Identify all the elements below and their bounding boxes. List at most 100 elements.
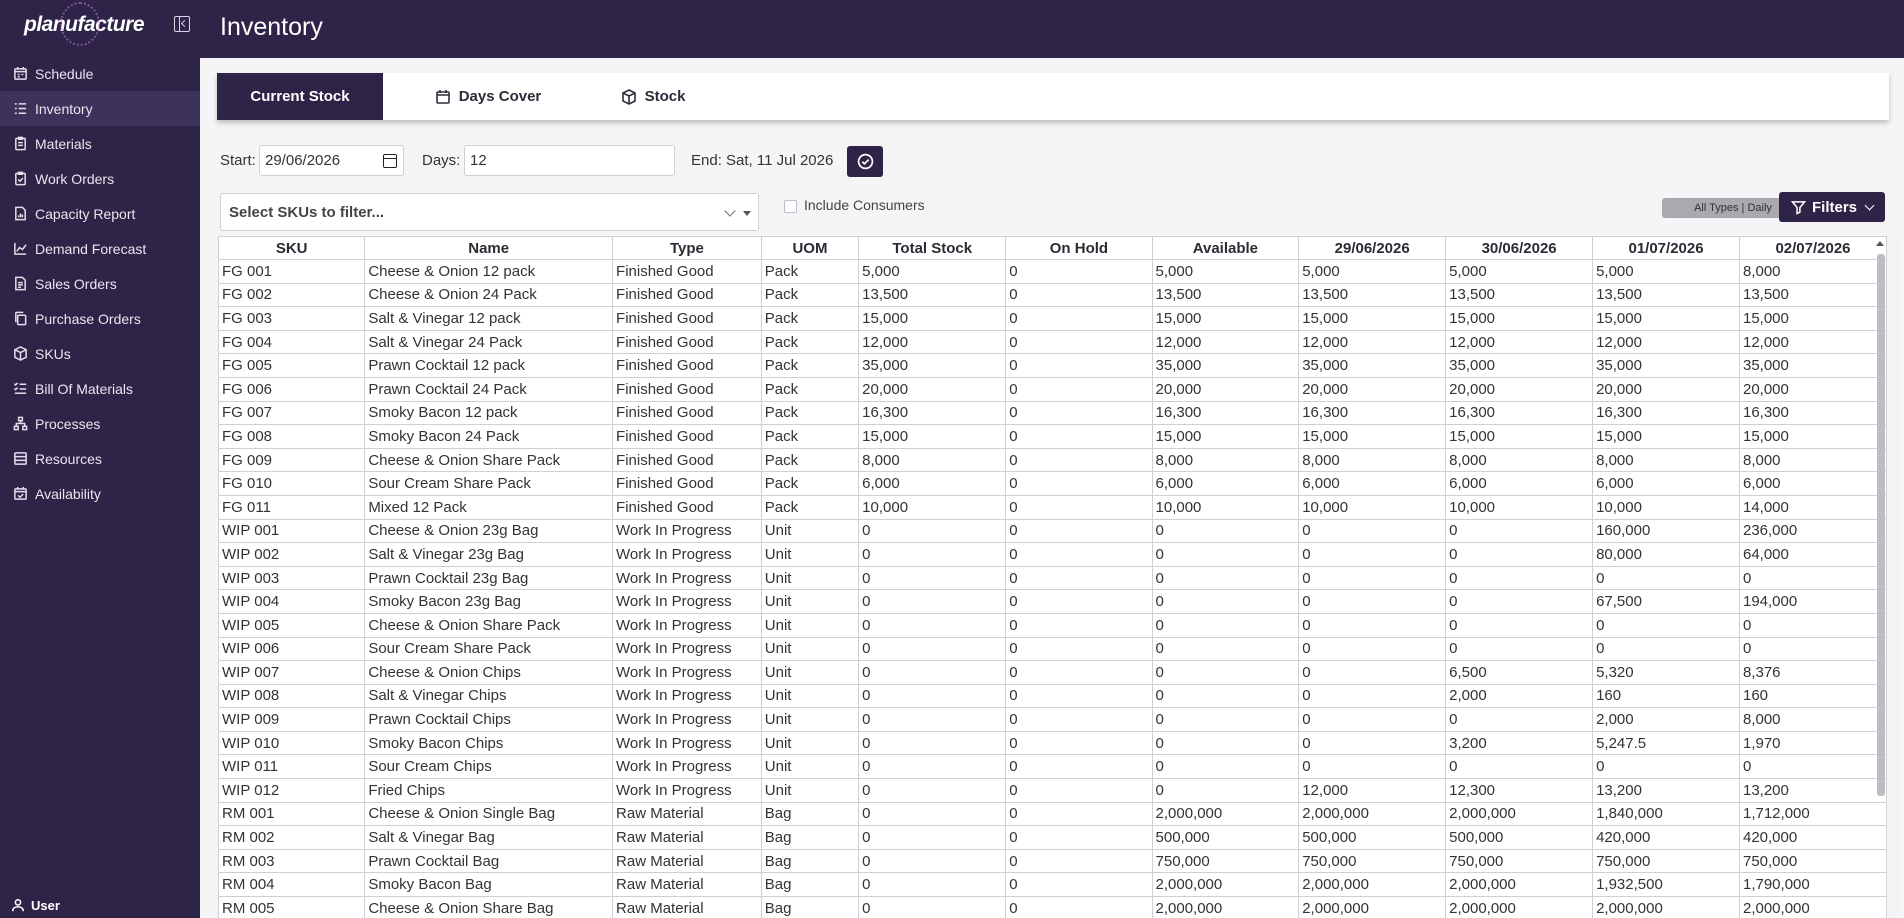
table-cell: 0 xyxy=(1151,778,1300,803)
table-cell: Unit xyxy=(760,518,860,544)
table-cell: 5,320 xyxy=(1592,660,1740,685)
tab-current-stock[interactable]: Current Stock xyxy=(217,73,383,120)
sidebar-item-resources[interactable]: Resources xyxy=(0,441,200,476)
sidebar-item-schedule[interactable]: Schedule xyxy=(0,56,200,91)
filters-button[interactable]: Filters xyxy=(1779,192,1885,222)
caret-down-icon xyxy=(743,211,751,216)
column-header[interactable]: On Hold xyxy=(1005,236,1153,260)
sidebar-item-work-orders[interactable]: Work Orders xyxy=(0,161,200,196)
vertical-scrollbar[interactable] xyxy=(1890,236,1900,918)
column-header[interactable]: Available xyxy=(1151,236,1300,260)
sidebar-item-purchase-orders[interactable]: Purchase Orders xyxy=(0,301,200,336)
table-cell: Work In Progress xyxy=(612,778,762,803)
table-row[interactable]: FG 003 Salt & Vinegar 12 pack Finished Goo… xyxy=(218,306,1887,331)
box-icon xyxy=(621,88,636,105)
table-row[interactable]: FG 001 Cheese & Onion 12 pack Finished Goo… xyxy=(218,259,1887,284)
table-cell: Finished Good xyxy=(612,259,762,284)
table-row[interactable]: WIP 004 Smoky Bacon 23g Bag Work In Progre… xyxy=(218,589,1887,614)
table-cell: Salt & Vinegar Chips xyxy=(364,683,614,709)
table-row[interactable]: RM 002 Salt & Vinegar Bag Raw Material Bag 0… xyxy=(218,825,1887,850)
table-cell: 0 xyxy=(858,754,1007,780)
sidebar-item-sales-orders[interactable]: Sales Orders xyxy=(0,266,200,301)
sidebar-item-processes[interactable]: Processes xyxy=(0,406,200,441)
table-cell: 0 xyxy=(1445,636,1594,662)
column-header[interactable]: UOM xyxy=(760,236,860,260)
column-header[interactable]: 01/07/2026 xyxy=(1592,236,1740,260)
column-header[interactable]: SKU xyxy=(218,236,366,260)
sidebar-item-label: Purchase Orders xyxy=(35,310,141,327)
table-cell: Work In Progress xyxy=(612,754,762,780)
sidebar-item-availability[interactable]: Availability xyxy=(0,476,200,511)
scroll-up-arrow-icon[interactable] xyxy=(1876,241,1884,246)
table-row[interactable]: RM 005 Cheese & Onion Share Bag Raw Materi… xyxy=(218,896,1887,918)
days-input[interactable]: 12 xyxy=(464,145,675,176)
table-row[interactable]: WIP 002 Salt & Vinegar 23g Bag Work In Pro… xyxy=(218,542,1887,567)
table-row[interactable]: FG 010 Sour Cream Share Pack Finished Good… xyxy=(218,471,1887,496)
table-row[interactable]: RM 003 Prawn Cocktail Bag Raw Material Bag 0… xyxy=(218,848,1887,874)
column-header[interactable]: Total Stock xyxy=(858,236,1007,260)
table-cell: 2,000,000 xyxy=(1738,896,1887,918)
table-row[interactable]: WIP 010 Smoky Bacon Chips Work In Progress… xyxy=(218,730,1887,756)
table-row[interactable]: FG 009 Cheese & Onion Share Pack Finished … xyxy=(218,447,1887,473)
brand-logo[interactable]: planufacture xyxy=(0,0,200,50)
table-row[interactable]: WIP 003 Prawn Cocktail 23g Bag Work In Pro… xyxy=(218,565,1887,591)
table-row[interactable]: FG 002 Cheese & Onion 24 Pack Finished Goo… xyxy=(218,282,1887,308)
table-cell: 0 xyxy=(1445,565,1594,591)
table-cell: 0 xyxy=(1005,306,1153,331)
table-row[interactable]: WIP 012 Fried Chips Work In Progress Unit 0 0… xyxy=(218,778,1887,803)
sidebar-item-demand-forecast[interactable]: Demand Forecast xyxy=(0,231,200,266)
column-header[interactable]: 30/06/2026 xyxy=(1445,236,1594,260)
table-cell: Unit xyxy=(760,565,860,591)
sidebar-item-bill-of-materials[interactable]: Bill Of Materials xyxy=(0,371,200,406)
table-cell: 16,300 xyxy=(1445,400,1594,426)
column-header[interactable]: 29/06/2026 xyxy=(1298,236,1447,260)
sku-filter-select[interactable]: Select SKUs to filter... xyxy=(220,193,759,231)
table-row[interactable]: RM 001 Cheese & Onion Single Bag Raw Mater… xyxy=(218,801,1887,827)
table-cell: 2,000 xyxy=(1445,683,1594,709)
apply-dates-button[interactable] xyxy=(847,146,883,177)
sidebar-item-capacity-report[interactable]: Capacity Report xyxy=(0,196,200,231)
table-row[interactable]: FG 006 Prawn Cocktail 24 Pack Finished Goo… xyxy=(218,376,1887,402)
table-row[interactable]: WIP 005 Cheese & Onion Share Pack Work In … xyxy=(218,612,1887,638)
include-consumers-checkbox[interactable] xyxy=(784,200,797,213)
table-row[interactable]: FG 011 Mixed 12 Pack Finished Good Pack 10,0… xyxy=(218,494,1887,520)
column-header[interactable]: Type xyxy=(612,236,762,260)
collapse-sidebar-icon[interactable] xyxy=(174,16,190,32)
start-date-input[interactable]: 29/06/2026 xyxy=(259,145,404,176)
sidebar-item-skus[interactable]: SKUs xyxy=(0,336,200,371)
table-cell: 35,000 xyxy=(1445,353,1594,378)
user-menu[interactable]: User xyxy=(0,892,200,918)
tab-days-cover-label: Days Cover xyxy=(458,88,542,105)
table-row[interactable]: FG 005 Prawn Cocktail 12 pack Finished Goo… xyxy=(218,353,1887,378)
tab-days-cover[interactable]: Days Cover xyxy=(383,73,593,120)
table-cell: Pack xyxy=(760,471,860,496)
table-cell: 0 xyxy=(1298,565,1447,591)
table-row[interactable]: FG 004 Salt & Vinegar 24 Pack Finished Goo… xyxy=(218,329,1887,355)
table-row[interactable]: WIP 006 Sour Cream Share Pack Work In Prog… xyxy=(218,636,1887,662)
days-label: Days: xyxy=(422,152,461,169)
table-row[interactable]: RM 004 Smoky Bacon Bag Raw Material Bag 0 0 2,… xyxy=(218,872,1887,898)
table-row[interactable]: WIP 001 Cheese & Onion 23g Bag Work In Pro… xyxy=(218,518,1887,544)
table-row[interactable]: WIP 007 Cheese & Onion Chips Work In Progr… xyxy=(218,660,1887,685)
column-header[interactable]: Name xyxy=(364,236,614,260)
table-row[interactable]: FG 007 Smoky Bacon 12 pack Finished Good Pa… xyxy=(218,400,1887,426)
sidebar-item-label: Bill Of Materials xyxy=(35,380,134,397)
table-cell: 0 xyxy=(1005,636,1153,662)
table-cell: 8,000 xyxy=(1151,447,1300,473)
table-row[interactable]: WIP 009 Prawn Cocktail Chips Work In Progr… xyxy=(218,707,1887,732)
table-row[interactable]: FG 008 Smoky Bacon 24 Pack Finished Good Pa… xyxy=(218,424,1887,449)
chevron-down-icon xyxy=(724,205,736,217)
table-cell: 5,247.5 xyxy=(1592,730,1740,756)
sidebar-item-inventory[interactable]: Inventory xyxy=(0,91,200,126)
column-header[interactable]: 02/07/2026 xyxy=(1738,236,1887,260)
scrollbar-thumb[interactable] xyxy=(1877,254,1885,796)
table-row[interactable]: WIP 011 Sour Cream Chips Work In Progress U… xyxy=(218,754,1887,780)
sidebar-item-materials[interactable]: Materials xyxy=(0,126,200,161)
table-cell: 20,000 xyxy=(1151,376,1300,402)
tab-stock-label: Stock xyxy=(644,88,686,105)
date-picker-icon[interactable] xyxy=(383,154,397,168)
tab-stock[interactable]: Stock xyxy=(593,73,713,120)
table-row[interactable]: WIP 008 Salt & Vinegar Chips Work In Progr… xyxy=(218,683,1887,709)
table-cell: Sour Cream Share Pack xyxy=(364,471,614,496)
table-cell: 0 xyxy=(858,542,1007,567)
